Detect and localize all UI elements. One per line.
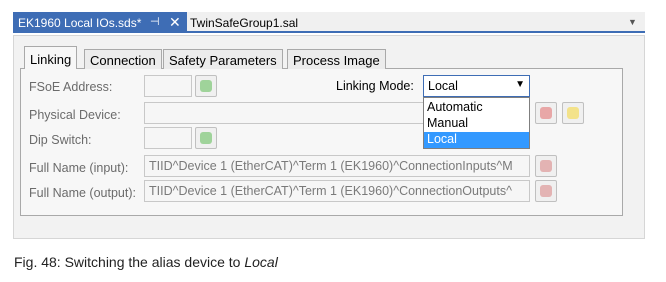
edit-icon: [540, 185, 552, 197]
full-name-input-label: Full Name (input):: [29, 161, 129, 175]
caption-emphasis: Local: [244, 254, 278, 270]
document-tab-label: EK1960 Local IOs.sds*: [18, 16, 142, 30]
link-icon: [540, 107, 552, 119]
full-name-input-button[interactable]: [535, 155, 557, 177]
dropdown-option-local[interactable]: Local: [424, 132, 529, 148]
full-name-output-label: Full Name (output):: [29, 186, 136, 200]
dip-switch-button[interactable]: [195, 127, 217, 149]
figure-caption: Fig. 48: Switching the alias device to L…: [14, 254, 278, 270]
dip-switch-field[interactable]: [144, 127, 192, 149]
tab-safety-parameters[interactable]: Safety Parameters: [163, 49, 283, 69]
fsoe-address-label: FSoE Address:: [29, 80, 113, 94]
document-tab-twinsafegroup[interactable]: TwinSafeGroup1.sal: [190, 16, 298, 30]
fsoe-address-button[interactable]: [195, 75, 217, 97]
fsoe-address-field[interactable]: [144, 75, 192, 97]
full-name-output-field[interactable]: TIID^Device 1 (EtherCAT)^Term 1 (EK1960)…: [144, 180, 530, 202]
tab-overflow-dropdown-icon[interactable]: ▼: [628, 17, 637, 27]
linking-mode-dropdown-list: Automatic Manual Local: [423, 97, 530, 149]
tab-process-image[interactable]: Process Image: [287, 49, 386, 69]
pin-icon[interactable]: ⊣: [150, 15, 160, 28]
tab-connection[interactable]: Connection: [84, 49, 162, 69]
physical-device-clear-button[interactable]: [562, 102, 584, 124]
dropdown-option-manual[interactable]: Manual: [424, 116, 529, 132]
full-name-output-button[interactable]: [535, 180, 557, 202]
dip-switch-label: Dip Switch:: [29, 133, 92, 147]
linking-mode-select[interactable]: Local ▼: [423, 75, 530, 97]
edit-icon: [540, 160, 552, 172]
close-icon[interactable]: ✕: [169, 14, 181, 31]
green-status-icon: [200, 80, 212, 92]
linking-mode-label: Linking Mode:: [336, 79, 414, 93]
physical-device-link-button[interactable]: [535, 102, 557, 124]
clear-icon: [567, 107, 579, 119]
document-tab-active[interactable]: EK1960 Local IOs.sds* ⊣ ✕: [13, 12, 187, 33]
green-status-icon: [200, 132, 212, 144]
linking-mode-value: Local: [428, 79, 458, 93]
dropdown-option-automatic[interactable]: Automatic: [424, 100, 529, 116]
tab-linking[interactable]: Linking: [24, 46, 78, 69]
full-name-input-field[interactable]: TIID^Device 1 (EtherCAT)^Term 1 (EK1960)…: [144, 155, 530, 177]
chevron-down-icon: ▼: [515, 79, 525, 90]
physical-device-label: Physical Device:: [29, 108, 121, 122]
caption-text: Fig. 48: Switching the alias device to: [14, 254, 245, 270]
